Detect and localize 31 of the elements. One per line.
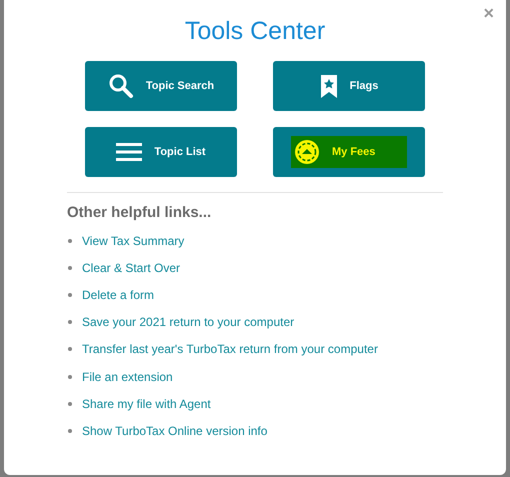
tool-button[interactable]: Topic Search: [85, 61, 237, 111]
bullet-icon: [68, 320, 72, 324]
bookmark-star-icon: [320, 74, 338, 98]
tool-label: Topic List: [154, 144, 206, 160]
tool-button[interactable]: Flags: [273, 61, 425, 111]
links-heading: Other helpful links...: [67, 203, 212, 223]
help-link[interactable]: File an extension: [82, 368, 173, 386]
bullet-icon: [68, 374, 72, 379]
help-link[interactable]: Share my file with Agent: [82, 394, 211, 413]
tool-label: Topic Search: [146, 78, 214, 94]
bullet-icon: [68, 238, 72, 243]
tool-label: My Fees: [332, 144, 376, 160]
help-link[interactable]: Transfer last year's TurboTax return from your computer: [82, 340, 378, 358]
help-link[interactable]: View Tax Summary: [82, 232, 184, 250]
tool-label: Flags: [350, 78, 378, 94]
help-link[interactable]: Delete a form: [82, 286, 154, 304]
tool-button[interactable]: Topic List: [85, 127, 237, 177]
search-icon: [108, 73, 134, 99]
tool-button[interactable]: My Fees: [273, 127, 425, 177]
help-link[interactable]: Clear & Start Over: [82, 258, 180, 277]
list-icon: [116, 143, 142, 161]
help-link[interactable]: Show TurboTax Online version info: [82, 422, 268, 440]
bullet-icon: [68, 402, 72, 406]
bullet-icon: [68, 266, 72, 270]
bullet-icon: [68, 428, 72, 433]
bullet-icon: [68, 292, 72, 297]
bullet-icon: [68, 347, 72, 352]
close-button[interactable]: ×: [483, 4, 494, 22]
coin-icon: [294, 139, 320, 165]
help-link[interactable]: Save your 2021 return to your computer: [82, 313, 294, 332]
dialog-title: Tools Center: [184, 16, 326, 47]
